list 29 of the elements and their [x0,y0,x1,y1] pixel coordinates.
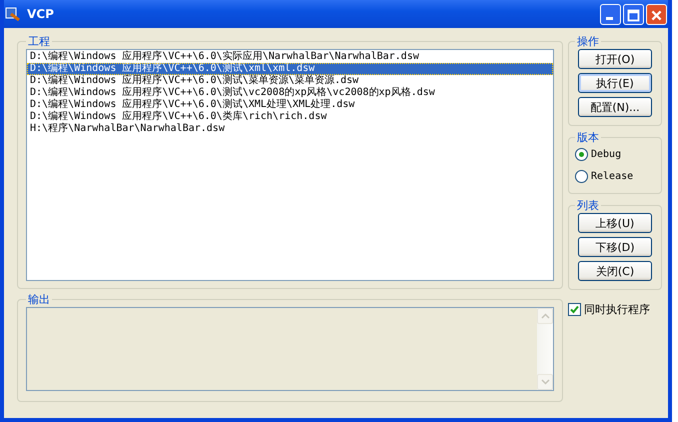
radio-label[interactable]: Release [591,170,634,182]
checkbox-label[interactable]: 同时执行程序 [584,302,650,317]
project-list-item[interactable]: D:\编程\Windows 应用程序\VC++\6.0\实际应用\NarwhalBar\NarwhalBar.dsw [27,51,553,63]
group-title: 输出 [27,292,51,307]
project-list-item[interactable]: D:\编程\Windows 应用程序\VC++\6.0\测试\XML处理\XML处理.dsw [27,99,553,111]
close-button[interactable] [646,4,667,24]
group-title: 工程 [27,34,51,49]
checkbox[interactable] [568,303,581,316]
radio-button[interactable] [575,148,588,160]
project-list-item[interactable]: D:\编程\Windows 应用程序\VC++\6.0\测试\菜单资源\菜单资源.dsw [27,75,553,87]
action-button[interactable]: 配置(N)... [578,97,652,117]
action-button[interactable]: 执行(E) [578,73,652,93]
radio-label[interactable]: Debug [591,148,622,160]
app-icon [5,6,21,22]
maximize-button[interactable] [623,4,644,24]
radio-button[interactable] [575,170,588,182]
group-title: 操作 [576,34,600,49]
project-list-item[interactable]: D:\编程\Windows 应用程序\VC++\6.0\类库\rich\rich.dsw [27,111,553,123]
project-list-item[interactable]: D:\编程\Windows 应用程序\VC++\6.0\测试\vc2008的xp风格\vc2008的xp风格.dsw [27,87,553,99]
action-button[interactable]: 打开(O) [578,49,652,69]
list-button[interactable]: 下移(D) [578,237,652,257]
group-title: 列表 [576,198,600,213]
group-title: 版本 [576,130,600,145]
list-button[interactable]: 关闭(C) [578,261,652,281]
window-title: VCP [27,7,55,21]
project-list-item[interactable]: H:\程序\NarwhalBar\NarwhalBar.dsw [27,123,553,135]
list-button[interactable]: 上移(U) [578,213,652,233]
minimize-button[interactable] [600,4,621,24]
minimize-icon [606,16,613,20]
